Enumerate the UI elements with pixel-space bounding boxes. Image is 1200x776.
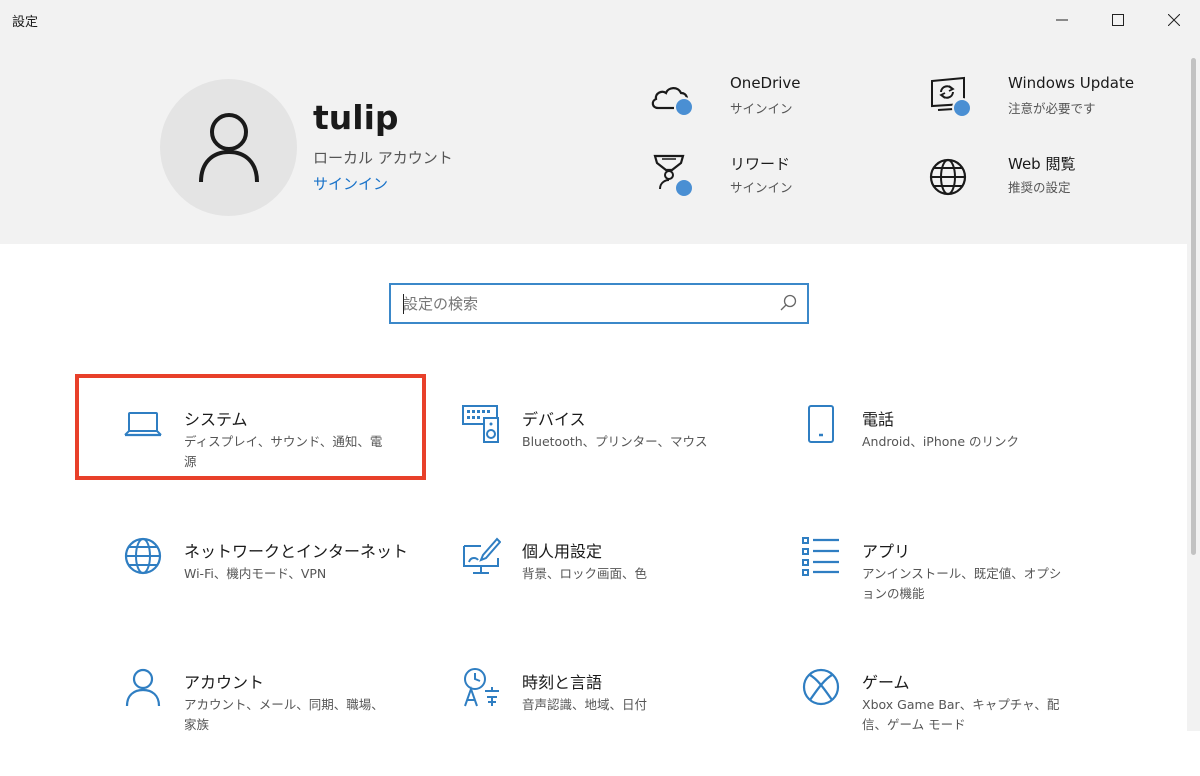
service-title: Windows Update — [1008, 74, 1135, 92]
close-icon — [1168, 14, 1180, 26]
time-language-icon — [464, 668, 499, 707]
text-cursor — [403, 294, 404, 314]
signin-link[interactable]: サインイン — [313, 173, 388, 194]
xbox-icon — [802, 668, 840, 706]
category-subtitle: Wi-Fi、機内モード、VPN — [184, 566, 327, 581]
service-windows-update[interactable]: Windows Update 注意が必要です — [926, 74, 1166, 126]
phone-icon — [808, 405, 834, 443]
globe-icon — [929, 158, 967, 196]
category-title: アプリ — [862, 542, 911, 561]
globe-icon — [124, 537, 162, 575]
category-title: 電話 — [862, 410, 895, 429]
category-subtitle: Bluetooth、プリンター、マウス — [522, 434, 708, 449]
category-subtitle: 音声認識、地域、日付 — [522, 697, 648, 712]
status-badge — [674, 97, 694, 117]
category-system[interactable]: システム ディスプレイ、サウンド、通知、電源 — [122, 403, 432, 513]
search-box[interactable] — [389, 283, 809, 324]
service-title: Web 閲覧 — [1008, 155, 1076, 173]
laptop-icon — [124, 412, 162, 437]
service-subtitle: サインイン — [730, 180, 793, 195]
category-title: ネットワークとインターネット — [184, 542, 409, 561]
category-time-language[interactable]: 時刻と言語 音声認識、地域、日付 — [460, 666, 770, 776]
category-title: ゲーム — [862, 673, 910, 692]
category-title: デバイス — [522, 410, 586, 429]
category-subtitle: アカウント、メール、同期、職場、家族 — [184, 697, 384, 732]
category-network[interactable]: ネットワークとインターネット Wi-Fi、機内モード、VPN — [122, 535, 432, 645]
account-header: tulip ローカル アカウント サインイン OneDrive サインイン Wi… — [0, 40, 1200, 244]
category-devices[interactable]: デバイス Bluetooth、プリンター、マウス — [460, 403, 770, 513]
service-title: OneDrive — [730, 74, 801, 92]
service-rewards[interactable]: リワード サインイン — [650, 153, 890, 205]
category-title: 時刻と言語 — [522, 673, 603, 692]
username: tulip — [313, 98, 399, 137]
category-subtitle: Xbox Game Bar、キャプチャ、配信、ゲーム モード — [862, 697, 1060, 732]
service-title: リワード — [730, 155, 791, 173]
title-bar: 設定 — [0, 0, 1200, 40]
window-title: 設定 — [12, 15, 39, 30]
close-button[interactable] — [1151, 0, 1197, 40]
service-subtitle: 注意が必要です — [1008, 101, 1096, 116]
account-type: ローカル アカウント — [313, 149, 453, 167]
minimize-icon — [1056, 19, 1068, 21]
status-badge — [674, 178, 694, 198]
person-icon — [198, 112, 259, 182]
category-subtitle: 背景、ロック画面、色 — [522, 566, 648, 581]
category-apps[interactable]: アプリ アンインストール、既定値、オプションの機能 — [800, 535, 1110, 645]
service-subtitle: 推奨の設定 — [1008, 180, 1071, 195]
scrollbar[interactable] — [1187, 40, 1200, 731]
service-web-browsing[interactable]: Web 閲覧 推奨の設定 — [926, 153, 1166, 205]
category-title: アカウント — [184, 673, 265, 692]
status-badge — [952, 98, 972, 118]
category-subtitle: Android、iPhone のリンク — [862, 434, 1019, 449]
maximize-icon — [1112, 14, 1124, 26]
category-title: システム — [184, 410, 248, 429]
avatar[interactable] — [160, 79, 297, 216]
service-subtitle: サインイン — [730, 101, 793, 116]
category-subtitle: ディスプレイ、サウンド、通知、電源 — [184, 434, 383, 469]
service-onedrive[interactable]: OneDrive サインイン — [650, 74, 890, 126]
category-subtitle: アンインストール、既定値、オプションの機能 — [862, 566, 1062, 601]
category-accounts[interactable]: アカウント アカウント、メール、同期、職場、家族 — [122, 666, 432, 776]
apps-list-icon — [802, 537, 839, 576]
category-gaming[interactable]: ゲーム Xbox Game Bar、キャプチャ、配信、ゲーム モード — [800, 666, 1110, 776]
search-input[interactable] — [403, 285, 763, 322]
maximize-button[interactable] — [1095, 0, 1141, 40]
category-phone[interactable]: 電話 Android、iPhone のリンク — [800, 403, 1110, 513]
category-personalization[interactable]: 個人用設定 背景、ロック画面、色 — [460, 535, 770, 645]
person-icon — [125, 668, 161, 707]
paintbrush-icon — [463, 537, 501, 574]
scrollbar-thumb[interactable] — [1191, 58, 1196, 555]
search-icon[interactable] — [779, 294, 797, 312]
minimize-button[interactable] — [1039, 0, 1085, 40]
category-title: 個人用設定 — [522, 542, 603, 561]
devices-icon — [462, 405, 499, 443]
